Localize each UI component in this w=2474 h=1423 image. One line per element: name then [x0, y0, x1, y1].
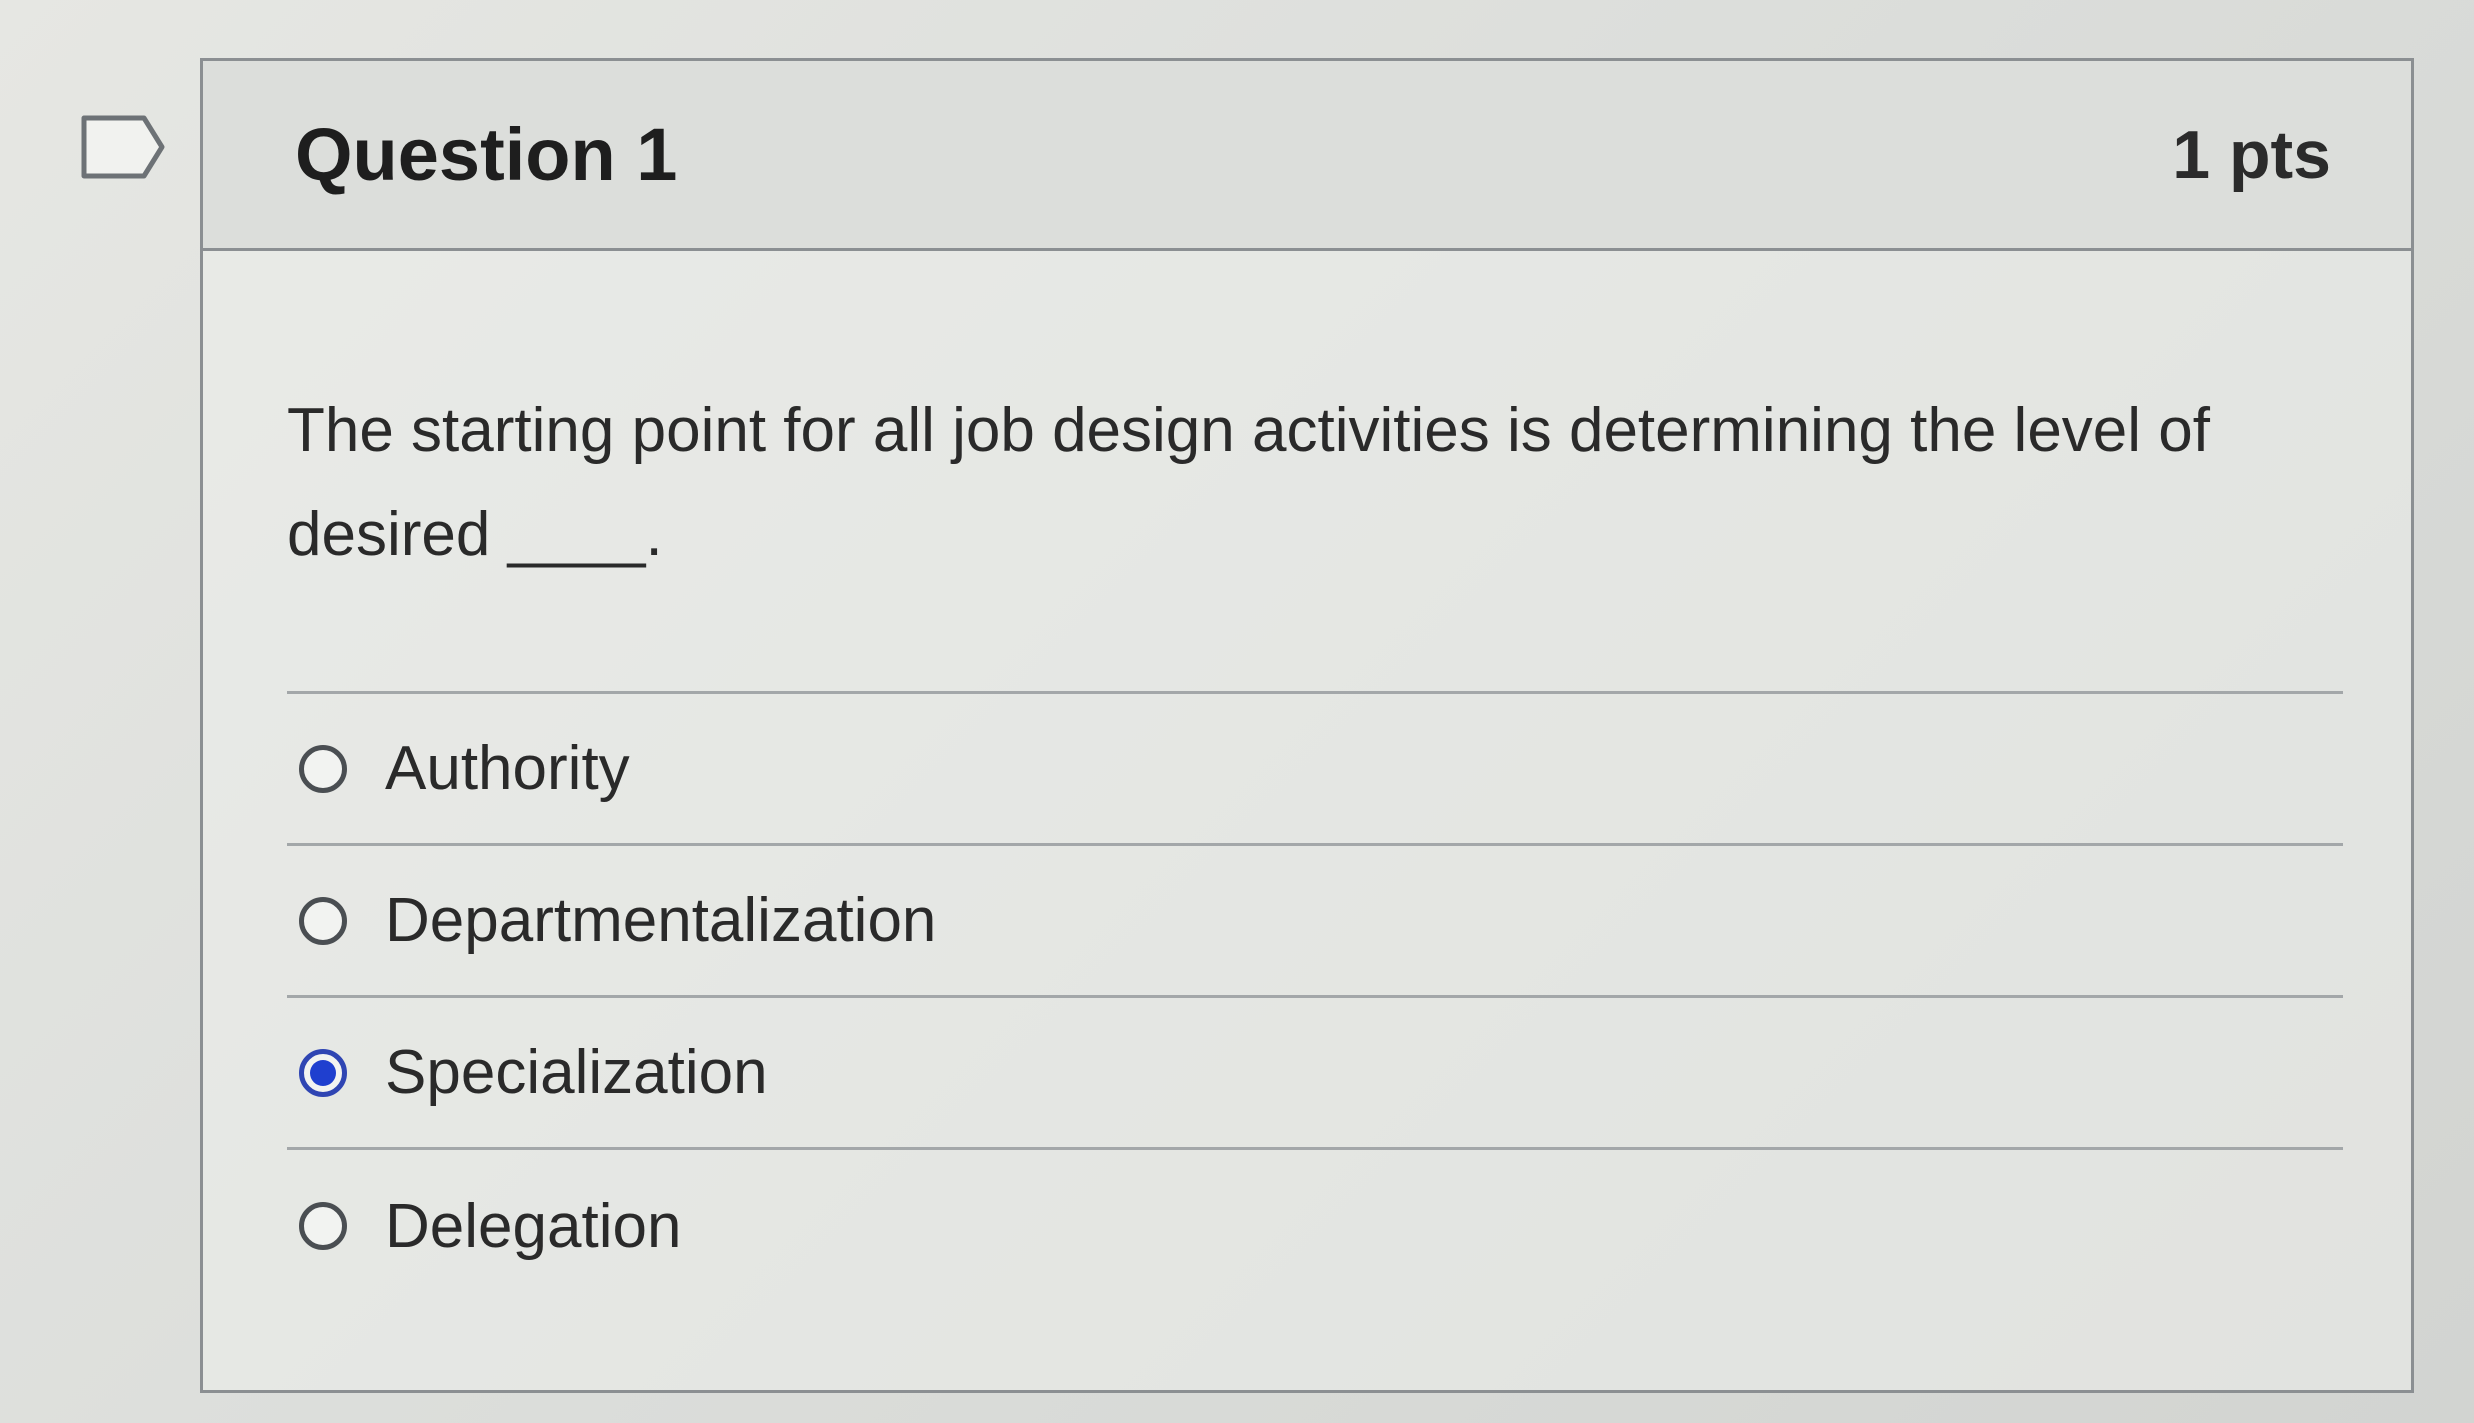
radio-button-unchecked[interactable] [299, 1202, 347, 1250]
radio-button-unchecked[interactable] [299, 744, 347, 793]
answer-list: Authority Departmentalization Specializa… [287, 691, 2343, 1302]
answer-option-departmentalization[interactable]: Departmentalization [287, 846, 2343, 998]
answer-option-delegation[interactable]: Delegation [287, 1150, 2343, 1302]
answer-label[interactable]: Specialization [385, 1037, 768, 1108]
question-body: The starting point for all job design ac… [203, 379, 2411, 1302]
question-header: Question 1 1 pts [203, 61, 2411, 251]
radio-button-unchecked[interactable] [299, 896, 347, 945]
question-card: Question 1 1 pts The starting point for … [200, 58, 2414, 1393]
question-text: The starting point for all job design ac… [287, 396, 2210, 569]
question-points: 1 pts [2172, 116, 2331, 193]
answer-label[interactable]: Departmentalization [385, 885, 936, 956]
answer-option-specialization[interactable]: Specialization [287, 998, 2343, 1150]
flag-question-icon[interactable] [80, 114, 166, 180]
question-title: Question 1 [295, 113, 678, 196]
answer-option-authority[interactable]: Authority [287, 694, 2343, 846]
answer-label[interactable]: Delegation [385, 1191, 681, 1262]
radio-button-checked[interactable] [299, 1048, 347, 1097]
answer-label[interactable]: Authority [385, 733, 630, 804]
